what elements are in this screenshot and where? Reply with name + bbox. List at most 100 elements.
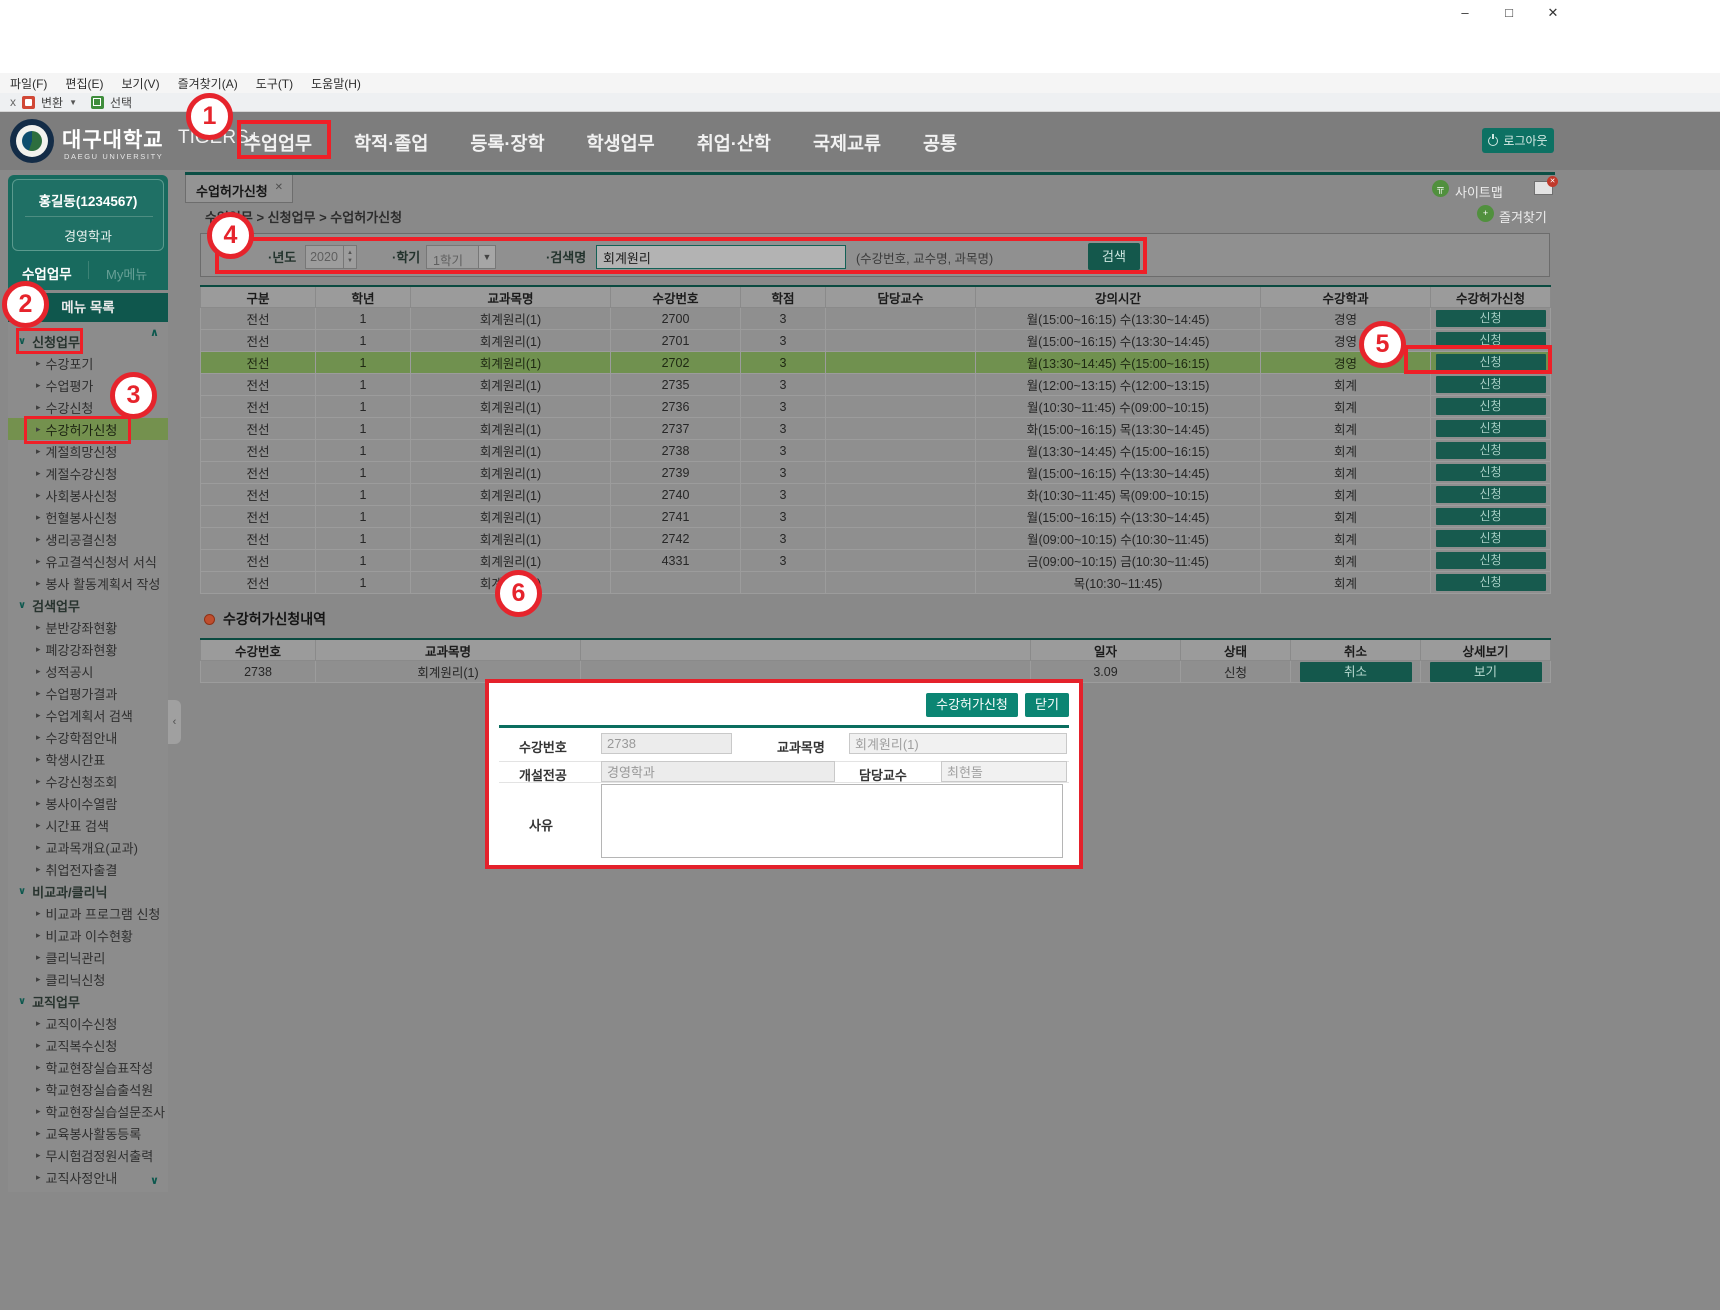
apply-button[interactable]: 신청 (1436, 464, 1546, 481)
course-cell-prof (826, 572, 976, 594)
close-all-tabs-icon[interactable] (1534, 181, 1553, 195)
sidebar-item[interactable]: ▸취업전자출결 (8, 858, 168, 880)
apply-button[interactable]: 신청 (1436, 530, 1546, 547)
menubar-item[interactable]: 도구(T) (256, 75, 293, 92)
sidebar-section[interactable]: ∨비교과/클리닉 (8, 880, 168, 902)
sidebar-item[interactable]: ▸교직복수신청 (8, 1034, 168, 1056)
dialog-code-input[interactable] (601, 733, 732, 754)
sidebar-tab-lessons[interactable]: 수업업무 (22, 263, 72, 283)
menubar-item[interactable]: 편집(E) (65, 75, 103, 92)
dialog-major-input[interactable] (601, 761, 835, 782)
content-tab[interactable]: 수업허가신청 ✕ (185, 175, 293, 203)
sidebar-section[interactable]: ∨검색업무 (8, 594, 168, 616)
sidebar-item[interactable]: ▸시간표 검색 (8, 814, 168, 836)
annotation-circle-5: 5 (1359, 321, 1406, 368)
sidebar-item[interactable]: ▸무시험검정원서출력 (8, 1144, 168, 1166)
sidebar-item[interactable]: ▸클리닉관리 (8, 946, 168, 968)
course-cell-name: 회계원리(1) (411, 462, 611, 484)
menubar-item[interactable]: 도움말(H) (311, 75, 361, 92)
scroll-down-icon[interactable]: ∨ (150, 1174, 159, 1187)
course-cell-type: 전선 (201, 572, 316, 594)
maximize-button[interactable]: □ (1496, 4, 1522, 22)
apply-button[interactable]: 신청 (1436, 376, 1546, 393)
course-cell-time: 월(13:30~14:45) 수(15:00~16:15) (976, 352, 1261, 374)
toolbar-close-icon[interactable]: x (10, 95, 16, 109)
course-row: 전선1회계원리(1)27393월(15:00~16:15) 수(13:30~14… (201, 462, 1551, 484)
view-button[interactable]: 보기 (1430, 662, 1542, 682)
sidebar-item[interactable]: ▸교직이수신청 (8, 1012, 168, 1034)
sidebar-section[interactable]: ∨교직업무 (8, 990, 168, 1012)
apply-button[interactable]: 신청 (1436, 442, 1546, 459)
sidebar-item[interactable]: ▸유고결석신청서 서식 (8, 550, 168, 572)
scroll-up-icon[interactable]: ∧ (150, 326, 159, 339)
sidebar-item[interactable]: ▸사회봉사신청 (8, 484, 168, 506)
course-table: 구분학년교과목명수강번호학점담당교수강의시간수강학과수강허가신청 전선1회계원리… (200, 285, 1551, 594)
apply-button[interactable]: 신청 (1436, 574, 1546, 591)
add-favorite-link[interactable]: 즐겨찾기 (1499, 207, 1547, 226)
chevron-down-icon[interactable]: ▼ (69, 98, 77, 107)
nav-item-3[interactable]: 학생업무 (587, 130, 655, 156)
dialog-reason-textarea[interactable] (601, 784, 1063, 858)
apply-button[interactable]: 신청 (1436, 508, 1546, 525)
menubar-item[interactable]: 즐겨찾기(A) (178, 75, 238, 92)
sidebar-item[interactable]: ▸봉사이수열람 (8, 792, 168, 814)
sidebar-item[interactable]: ▸수업평가결과 (8, 682, 168, 704)
nav-item-1[interactable]: 학적·졸업 (354, 130, 428, 156)
menubar-item[interactable]: 보기(V) (121, 75, 159, 92)
sitemap-link[interactable]: 사이트맵 (1455, 182, 1503, 201)
nav-item-2[interactable]: 등록·장학 (470, 130, 544, 156)
sidebar-item-label: 봉사 활동계획서 작성 (46, 574, 161, 593)
course-row: 전선1회계원리(1)27363월(10:30~11:45) 수(09:00~10… (201, 396, 1551, 418)
sidebar-item[interactable]: ▸수업계획서 검색 (8, 704, 168, 726)
sidebar-item[interactable]: ▸계절수강신청 (8, 462, 168, 484)
sidebar-item[interactable]: ▸봉사 활동계획서 작성 (8, 572, 168, 594)
sidebar-item[interactable]: ▸학교현장실습표작성 (8, 1056, 168, 1078)
close-button[interactable]: ✕ (1540, 4, 1566, 22)
apply-button[interactable]: 신청 (1436, 486, 1546, 503)
add-favorite-icon[interactable]: + (1477, 205, 1494, 222)
sidebar-item[interactable]: ▸수강포기 (8, 352, 168, 374)
course-cell-prof (826, 550, 976, 572)
nav-item-6[interactable]: 공통 (923, 130, 957, 156)
select-button[interactable]: 선택 (110, 94, 132, 111)
apply-button[interactable]: 신청 (1436, 398, 1546, 415)
sidebar-item[interactable]: ▸헌혈봉사신청 (8, 506, 168, 528)
sidebar-item[interactable]: ▸수강신청조회 (8, 770, 168, 792)
nav-item-5[interactable]: 국제교류 (813, 130, 881, 156)
sidebar-tab-mymenu[interactable]: My메뉴 (106, 264, 147, 283)
sidebar-item[interactable]: ▸교과목개요(교과) (8, 836, 168, 858)
sidebar-item[interactable]: ▸생리공결신청 (8, 528, 168, 550)
sidebar-item[interactable]: ▸교직적성 인성검사 (8, 1188, 168, 1192)
cancel-button[interactable]: 취소 (1300, 662, 1412, 682)
sidebar-item-label: 교직사정안내 (46, 1168, 118, 1187)
sidebar-collapse-handle[interactable]: ‹ (168, 700, 181, 744)
sitemap-icon[interactable]: ╦ (1432, 180, 1449, 197)
sidebar-item[interactable]: ▸학교현장실습출석원 (8, 1078, 168, 1100)
apply-button[interactable]: 신청 (1436, 552, 1546, 569)
sidebar-item[interactable]: ▸폐강강좌현황 (8, 638, 168, 660)
dialog-close-button[interactable]: 닫기 (1025, 693, 1069, 717)
nav-item-4[interactable]: 취업·산학 (697, 130, 771, 156)
sidebar-item[interactable]: ▸학교현장실습설문조사 (8, 1100, 168, 1122)
sidebar-item[interactable]: ▸교육봉사활동등록 (8, 1122, 168, 1144)
menubar-item[interactable]: 파일(F) (10, 75, 47, 92)
sidebar-item[interactable]: ▸클리닉신청 (8, 968, 168, 990)
sidebar-item[interactable]: ▸학생시간표 (8, 748, 168, 770)
dialog-professor-input[interactable] (941, 761, 1067, 782)
logout-button[interactable]: 로그아웃 (1482, 128, 1554, 153)
history-section-title: 수강허가신청내역 (204, 609, 326, 629)
sidebar-item[interactable]: ▸분반강좌현황 (8, 616, 168, 638)
apply-button[interactable]: 신청 (1436, 310, 1546, 327)
minimize-button[interactable]: – (1452, 4, 1478, 22)
sidebar-item[interactable]: ▸비교과 프로그램 신청 (8, 902, 168, 924)
apply-button[interactable]: 신청 (1436, 420, 1546, 437)
sidebar-item[interactable]: ▸교직사정안내 (8, 1166, 168, 1188)
dialog-apply-button[interactable]: 수강허가신청 (926, 693, 1018, 717)
convert-button[interactable]: 변환 (41, 94, 63, 111)
content-tab-close-icon[interactable]: ✕ (275, 182, 283, 193)
sidebar-item[interactable]: ▸성적공시 (8, 660, 168, 682)
sidebar-item[interactable]: ▸수강학점안내 (8, 726, 168, 748)
course-cell-name: 회계원리(1) (411, 528, 611, 550)
dialog-name-input[interactable] (849, 733, 1067, 754)
sidebar-item[interactable]: ▸비교과 이수현황 (8, 924, 168, 946)
